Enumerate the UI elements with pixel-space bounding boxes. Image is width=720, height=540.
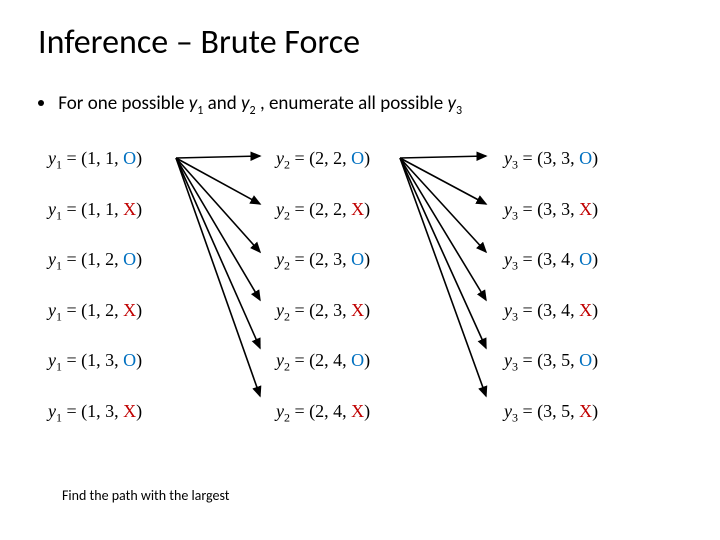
col-y1-row: y1 = (1, 2, O)	[48, 249, 234, 274]
col-y3-row: y3 = (3, 5, O)	[504, 350, 690, 375]
col-y1-row: y1 = (1, 1, X)	[48, 199, 234, 224]
col-y3-list: y3 = (3, 3, O) y3 = (3, 3, X) y3 = (3, 4, …	[504, 148, 690, 426]
bullet-mid: and	[208, 92, 241, 115]
bullet-prefix: For one possible	[58, 92, 188, 115]
col-y1-list: y1 = (1, 1, O) y1 = (1, 1, X) y1 = (1, 2, …	[48, 148, 234, 426]
col-y1-row: y1 = (1, 1, O)	[48, 148, 234, 173]
bullet-icon	[38, 100, 44, 106]
col-y2-list: y2 = (2, 2, O) y2 = (2, 2, X) y2 = (2, 3, …	[276, 148, 462, 426]
col-y1-row: y1 = (1, 2, X)	[48, 300, 234, 325]
bullet-text: For one possible y1 and y2 , enumerate a…	[38, 92, 462, 118]
bullet-y1-sub: 1	[197, 104, 203, 118]
slide-title: Inference – Brute Force	[38, 22, 360, 63]
bullet-y1: y	[189, 92, 198, 115]
bullet-y2-sub: 2	[250, 104, 256, 118]
col-y2-row: y2 = (2, 3, X)	[276, 300, 462, 325]
col-y2-row: y2 = (2, 4, X)	[276, 401, 462, 426]
col-y1-row: y1 = (1, 3, O)	[48, 350, 234, 375]
bullet-y3: y	[448, 92, 457, 115]
bullet-y3-sub: 3	[456, 104, 462, 118]
col-y3-row: y3 = (3, 4, O)	[504, 249, 690, 274]
col-y2-row: y2 = (2, 3, O)	[276, 249, 462, 274]
col-y2-row: y2 = (2, 4, O)	[276, 350, 462, 375]
columns-container: y1 = (1, 1, O) y1 = (1, 1, X) y1 = (1, 2, …	[48, 148, 690, 426]
col-y3-row: y3 = (3, 4, X)	[504, 300, 690, 325]
col-y3-row: y3 = (3, 3, O)	[504, 148, 690, 173]
col-y3-row: y3 = (3, 3, X)	[504, 199, 690, 224]
col-y1-row: y1 = (1, 3, X)	[48, 401, 234, 426]
bullet-suffix: , enumerate all possible	[260, 92, 448, 115]
col-y2-row: y2 = (2, 2, X)	[276, 199, 462, 224]
col-y2-row: y2 = (2, 2, O)	[276, 148, 462, 173]
bullet-y2: y	[241, 92, 250, 115]
col-y3-row: y3 = (3, 5, X)	[504, 401, 690, 426]
footer-text: Find the path with the largest	[62, 487, 230, 504]
